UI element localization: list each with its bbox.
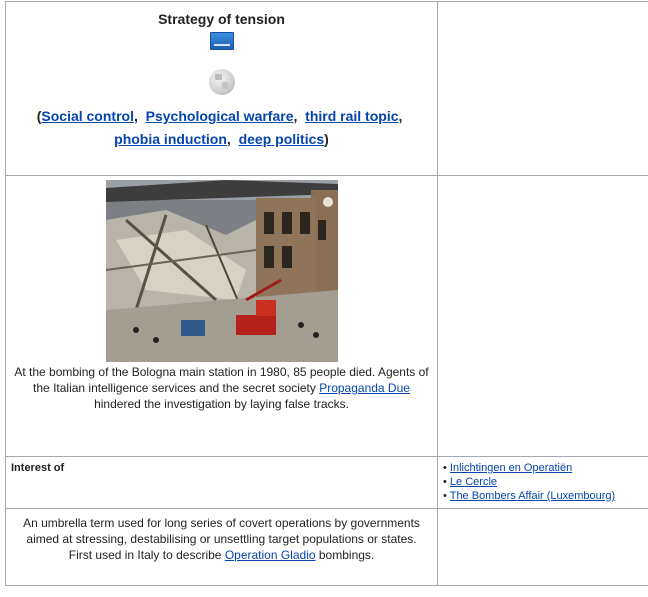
interest-item: • Le Cercle — [443, 476, 497, 488]
interest-list: • Inlichtingen en Operatiën • Le Cercle … — [437, 456, 648, 509]
caption-text-end: hindered the investigation by laying fal… — [94, 397, 349, 411]
link-phobia-induction[interactable]: phobia induction — [114, 131, 227, 147]
interest-item: • The Bombers Affair (Luxembourg) — [443, 490, 616, 502]
link-propaganda-due[interactable]: Propaganda Due — [319, 381, 410, 395]
link-bombers-affair[interactable]: The Bombers Affair (Luxembourg) — [450, 490, 615, 502]
interest-label: Interest of — [5, 456, 438, 509]
link-social-control[interactable]: Social control — [41, 108, 134, 124]
link-le-cercle[interactable]: Le Cercle — [450, 476, 497, 488]
related-topics: (Social control, Psychological warfare, … — [36, 108, 407, 147]
close-paren: ) — [324, 131, 329, 147]
photo-cell: At the bombing of the Bologna main stati… — [5, 175, 438, 457]
link-deep-politics[interactable]: deep politics — [239, 131, 325, 147]
photo-caption: At the bombing of the Bologna main stati… — [6, 362, 437, 412]
link-third-rail-topic[interactable]: third rail topic — [305, 108, 398, 124]
bologna-station-photo[interactable] — [105, 180, 338, 362]
infobox-table: Strategy of tension (Social control, Psy… — [5, 1, 648, 586]
description-cell: An umbrella term used for long series of… — [5, 508, 438, 586]
link-inlichtingen-en-operatien[interactable]: Inlichtingen en Operatiën — [450, 462, 572, 474]
interest-item: • Inlichtingen en Operatiën — [443, 462, 573, 474]
title-cell: Strategy of tension (Social control, Psy… — [5, 1, 438, 176]
link-operation-gladio[interactable]: Operation Gladio — [225, 548, 316, 562]
description-side-cell — [437, 508, 648, 586]
infobox-title: Strategy of tension — [158, 11, 285, 27]
description-text-end: bombings. — [315, 548, 375, 562]
title-side-cell — [437, 1, 648, 176]
wikipedia-globe-icon — [208, 69, 235, 95]
photo-side-cell — [437, 175, 648, 457]
info-badge-icon[interactable] — [209, 32, 234, 50]
link-psychological-warfare[interactable]: Psychological warfare — [146, 108, 294, 124]
